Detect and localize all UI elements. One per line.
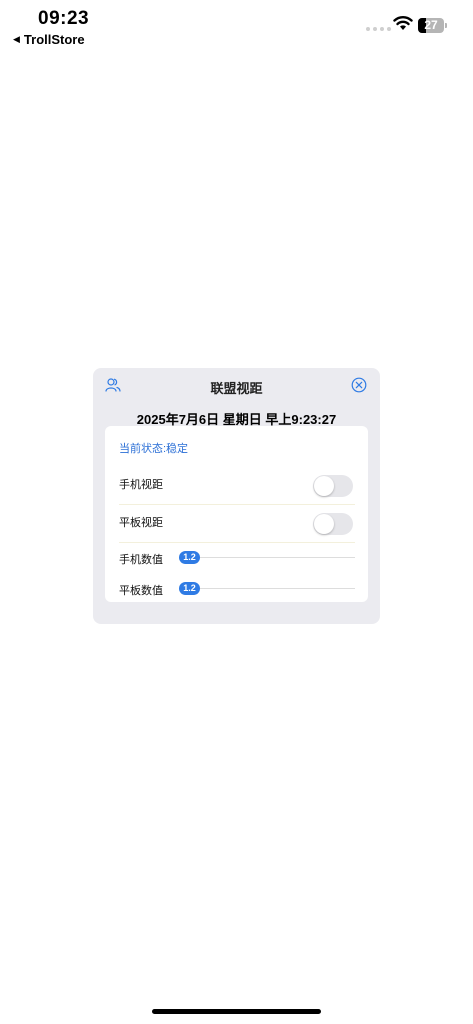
phone-distance-toggle[interactable] <box>313 475 353 497</box>
phone-value-slider-thumb[interactable]: 1.2 <box>179 551 200 564</box>
tablet-value-slider-track[interactable] <box>179 588 355 589</box>
battery-icon: 27 <box>418 18 448 33</box>
panel-title: 联盟视距 <box>210 381 263 396</box>
back-to-app-button[interactable]: ◀ TrollStore <box>13 32 85 47</box>
cellular-signal-icon <box>366 27 391 31</box>
close-icon[interactable] <box>351 377 367 393</box>
settings-card: 当前状态:稳定 手机视距 平板视距 手机数值 1.2 平板数值 1.2 <box>105 426 368 602</box>
phone-value-label: 手机数值 <box>119 554 163 566</box>
toggle-knob <box>314 476 334 496</box>
wifi-icon <box>393 16 413 30</box>
tablet-distance-toggle[interactable] <box>313 513 353 535</box>
back-app-label: TrollStore <box>23 32 85 47</box>
phone-distance-row: 手机视距 <box>105 466 368 506</box>
tablet-distance-label: 平板视距 <box>119 517 163 529</box>
floating-panel: 联盟视距 2025年7月6日 星期日 早上9:23:27 当前状态:稳定 手机视… <box>93 368 380 624</box>
status-bar: 09:23 ◀ TrollStore 27 <box>0 0 473 50</box>
back-triangle-icon: ◀ <box>13 34 20 44</box>
divider <box>119 542 355 543</box>
tablet-distance-row: 平板视距 <box>105 506 368 544</box>
tablet-value-slider-thumb[interactable]: 1.2 <box>179 582 200 595</box>
toggle-knob <box>314 514 334 534</box>
status-time: 09:23 <box>38 8 90 29</box>
tablet-value-row: 平板数值 1.2 <box>105 575 368 603</box>
status-text: 当前状态:稳定 <box>119 443 189 455</box>
panel-header: 联盟视距 <box>93 368 380 404</box>
phone-value-slider-track[interactable] <box>179 557 355 558</box>
phone-value-row: 手机数值 1.2 <box>105 544 368 572</box>
home-indicator[interactable] <box>152 1009 321 1014</box>
tablet-value-label: 平板数值 <box>119 585 163 597</box>
battery-level: 27 <box>424 18 438 32</box>
phone-distance-label: 手机视距 <box>119 479 163 491</box>
divider <box>119 504 355 505</box>
